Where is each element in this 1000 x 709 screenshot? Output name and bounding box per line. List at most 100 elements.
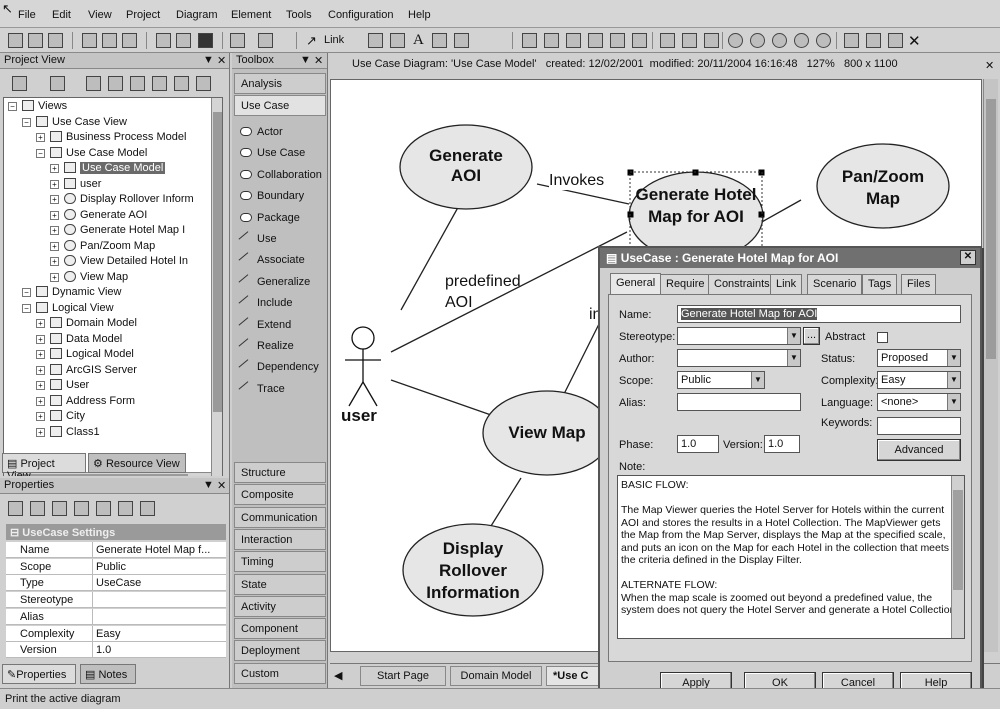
menu-view[interactable]: View: [88, 9, 112, 21]
expand-icon[interactable]: +: [36, 334, 45, 344]
home-icon[interactable]: [704, 33, 719, 48]
usecase-label-generate-hotel-map[interactable]: Generate Hotel Map for AOI: [635, 184, 757, 228]
tree-node[interactable]: + Domain Model: [36, 317, 208, 332]
tree-node[interactable]: + ArcGIS Server: [36, 363, 208, 379]
forward-icon[interactable]: [682, 33, 697, 48]
glasses-icon[interactable]: [140, 501, 155, 516]
close-icon[interactable]: ✕: [217, 54, 226, 67]
toolbox-item[interactable]: Collaboration: [240, 169, 322, 181]
toolbox-item[interactable]: Boundary: [240, 190, 304, 202]
usecase-label-view-map[interactable]: View Map: [491, 423, 603, 443]
collapse-icon[interactable]: ⊟: [10, 527, 19, 539]
pin-icon[interactable]: ▼: [300, 54, 311, 66]
same-width-icon[interactable]: [610, 33, 625, 48]
complexity-select[interactable]: Easy ▼: [877, 371, 961, 389]
vscroll-thumb[interactable]: [986, 99, 996, 359]
phase-field[interactable]: 1.0: [677, 435, 719, 453]
tab-use-case-model[interactable]: *Use C: [546, 666, 600, 686]
rectangle-icon[interactable]: [368, 33, 383, 48]
tree-node[interactable]: + User: [36, 379, 208, 394]
chevron-down-icon[interactable]: ▼: [751, 372, 764, 388]
same-height-icon[interactable]: [632, 33, 647, 48]
property-value[interactable]: 1.0: [96, 644, 111, 656]
expand-icon[interactable]: +: [50, 195, 59, 204]
expand-icon[interactable]: −: [22, 288, 31, 297]
tree-node[interactable]: + Data Model: [36, 332, 208, 348]
expand-icon[interactable]: +: [50, 226, 59, 235]
layout-icon[interactable]: [844, 33, 859, 48]
tab-scroll-left-icon[interactable]: ◀: [334, 669, 342, 682]
menu-element[interactable]: Element: [231, 9, 271, 21]
tree-node[interactable]: + user: [50, 177, 208, 193]
info-icon[interactable]: [196, 76, 211, 91]
expand-icon[interactable]: +: [36, 396, 45, 406]
property-value[interactable]: Easy: [96, 628, 120, 640]
property-row[interactable]: Scope Public: [6, 558, 226, 575]
stereotype-select[interactable]: ▼: [677, 327, 801, 345]
toolbox-item[interactable]: Package: [240, 212, 300, 224]
expand-icon[interactable]: +: [36, 365, 45, 375]
note-scrollbar[interactable]: [951, 476, 964, 638]
tree-node[interactable]: − Dynamic View: [22, 286, 208, 301]
tab-domain-model[interactable]: Domain Model: [450, 666, 542, 686]
toolbox-section[interactable]: Activity: [234, 595, 326, 617]
tree-scrollbar[interactable]: [211, 98, 222, 484]
note-textarea[interactable]: BASIC FLOW: The Map Viewer queries the Ho…: [617, 475, 965, 639]
toolbox-section[interactable]: Interaction: [234, 528, 326, 550]
new-element-icon[interactable]: [86, 76, 101, 91]
keywords-field[interactable]: [877, 417, 961, 435]
expand-icon[interactable]: +: [50, 272, 59, 282]
toolbox-section[interactable]: Deployment: [234, 640, 326, 662]
new-icon[interactable]: [8, 33, 23, 48]
close-icon[interactable]: ✕: [985, 59, 994, 72]
tree-node[interactable]: + Logical Model: [36, 348, 208, 363]
property-row[interactable]: Name Generate Hotel Map f...: [6, 542, 226, 558]
print-icon[interactable]: [198, 33, 213, 48]
line-icon[interactable]: [476, 33, 491, 48]
tree-node[interactable]: − Views: [8, 100, 208, 115]
toolbox-section[interactable]: Custom: [234, 662, 326, 684]
chevron-down-icon[interactable]: ▼: [787, 350, 800, 366]
expand-icon[interactable]: +: [36, 133, 45, 142]
expand-icon[interactable]: −: [8, 102, 17, 111]
move-up-icon[interactable]: [152, 76, 167, 91]
tree-node[interactable]: + View Map: [50, 270, 208, 286]
usecase-label-display-rollover[interactable]: Display Rollover Information: [411, 538, 535, 604]
toolbox-section-use-case[interactable]: Use Case: [234, 95, 326, 116]
lock-icon[interactable]: [130, 76, 145, 91]
dialog-tab-constraints[interactable]: Constraints: [708, 274, 776, 294]
document-icon[interactable]: [230, 33, 245, 48]
toolbox-item[interactable]: Extend: [238, 316, 291, 332]
sort-icon[interactable]: [30, 501, 45, 516]
property-value[interactable]: Generate Hotel Map f...: [96, 544, 210, 556]
tree-node[interactable]: + Generate AOI: [50, 208, 208, 224]
usecase-label-generate-aoi[interactable]: Generate AOI: [417, 146, 515, 186]
zoom-in-icon[interactable]: [728, 33, 743, 48]
menu-project[interactable]: Project: [126, 9, 160, 21]
tree-node[interactable]: + Address Form: [36, 394, 208, 410]
chevron-down-icon[interactable]: ▼: [787, 328, 800, 344]
expand-icon[interactable]: +: [50, 179, 59, 189]
menu-tools[interactable]: Tools: [286, 9, 312, 21]
property-row[interactable]: Type UseCase: [6, 575, 226, 592]
property-row[interactable]: Complexity Easy: [6, 625, 226, 642]
new-package-icon[interactable]: [12, 76, 27, 91]
dialog-tab-scenario[interactable]: Scenario: [807, 274, 863, 294]
advanced-button[interactable]: Advanced: [877, 439, 961, 461]
align-bottom-icon[interactable]: [588, 33, 603, 48]
align-left-icon[interactable]: [522, 33, 537, 48]
stereotype-browse-button[interactable]: ...: [803, 327, 820, 345]
expand-icon[interactable]: +: [50, 164, 59, 173]
toolbox-section[interactable]: Structure: [234, 462, 326, 483]
property-row[interactable]: Version 1.0: [6, 642, 226, 659]
text-icon[interactable]: A: [413, 32, 424, 49]
toolbox-section-analysis[interactable]: Analysis: [234, 73, 326, 94]
menu-diagram[interactable]: Diagram: [176, 9, 218, 21]
property-value[interactable]: Public: [96, 561, 126, 573]
diagram-vscrollbar[interactable]: [983, 79, 998, 652]
tree-node[interactable]: + Use Case Model: [50, 162, 208, 177]
toolbox-section[interactable]: Composite: [234, 484, 326, 506]
expand-icon[interactable]: +: [36, 412, 45, 421]
scope-select[interactable]: Public ▼: [677, 371, 765, 389]
link-button[interactable]: Link: [324, 34, 344, 46]
